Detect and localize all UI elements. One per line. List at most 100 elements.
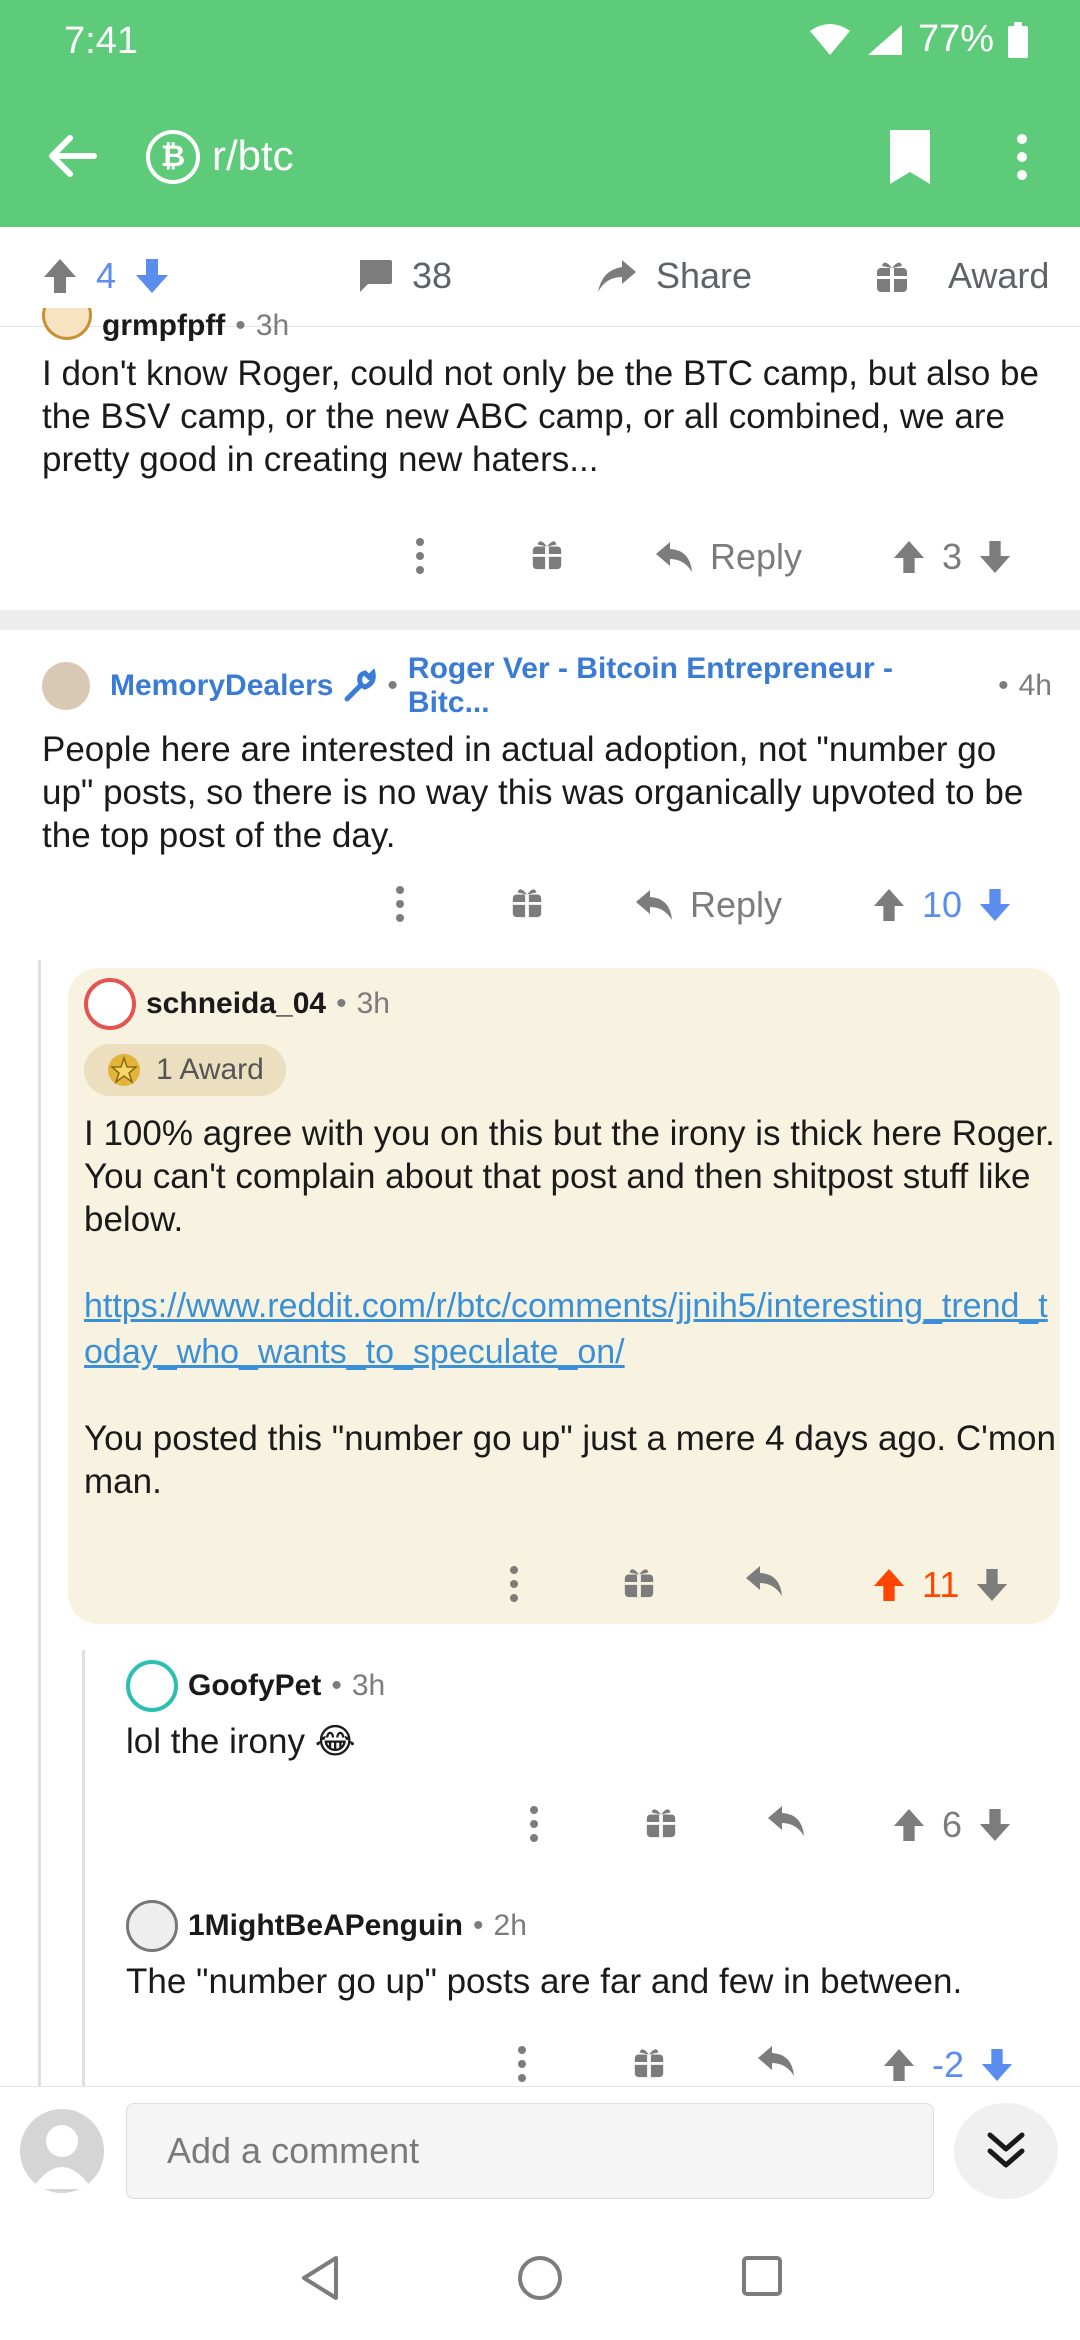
upvote-icon[interactable] — [892, 539, 926, 575]
comment-vote: -2 — [882, 2044, 1014, 2086]
comment-username[interactable]: schneida_04 — [146, 987, 326, 1021]
share-label: Share — [656, 255, 753, 296]
jump-down-button[interactable] — [954, 2103, 1058, 2199]
avatar[interactable] — [84, 978, 136, 1030]
give-award[interactable] — [530, 536, 564, 572]
jump-down-icon — [987, 2132, 1025, 2168]
comment: MemoryDealers • Roger Ver - Bitcoin Entr… — [42, 652, 1052, 857]
downvote-icon[interactable] — [978, 539, 1012, 575]
user-avatar[interactable] — [20, 2109, 104, 2193]
comment-vote: 6 — [892, 1804, 1012, 1846]
wifi-icon — [809, 23, 850, 55]
comment-count: 38 — [412, 255, 453, 296]
downvote-icon[interactable] — [980, 2047, 1014, 2083]
give-award[interactable] — [622, 1564, 656, 1600]
more-icon[interactable] — [1006, 128, 1038, 186]
nav-back-icon[interactable] — [298, 2254, 342, 2302]
battery-icon — [1008, 21, 1028, 58]
more-icon — [510, 1566, 518, 1602]
comment-body: I 100% agree with you on this but the ir… — [84, 1114, 1055, 1239]
comment-header: schneida_04 • 3h — [84, 978, 1056, 1030]
back-arrow-icon[interactable] — [44, 128, 100, 184]
more-options[interactable] — [394, 884, 406, 924]
comment-username[interactable]: MemoryDealers — [110, 669, 333, 703]
comment-age: 4h — [1018, 669, 1052, 702]
comment-body: People here are interested in actual ado… — [42, 730, 1024, 855]
more-options[interactable] — [508, 1564, 520, 1604]
comment-actions: 6 — [0, 1804, 1080, 1848]
thread-line — [82, 1650, 85, 2086]
nav-recents-icon[interactable] — [740, 2254, 784, 2298]
more-icon — [416, 538, 424, 574]
downvote-icon[interactable] — [134, 257, 170, 295]
more-options[interactable] — [528, 1804, 540, 1844]
reply-button[interactable]: Reply — [654, 536, 802, 578]
upvote-icon[interactable] — [892, 1807, 926, 1843]
upvote-icon[interactable] — [872, 887, 906, 923]
comment-score: 6 — [942, 1804, 963, 1845]
gift-icon — [646, 1809, 676, 1838]
user-flair: Roger Ver - Bitcoin Entrepreneur - Bitc.… — [407, 652, 894, 719]
nav-home-icon[interactable] — [516, 2254, 564, 2302]
more-options[interactable] — [516, 2044, 528, 2084]
reply-button[interactable]: Reply — [634, 884, 782, 926]
comment-score: 3 — [942, 536, 963, 577]
post-score: 4 — [96, 255, 117, 296]
thread-divider — [0, 610, 1080, 630]
reply-label: Reply — [710, 536, 803, 577]
subreddit-name[interactable]: r/btc — [212, 132, 294, 180]
comment-username[interactable]: 1MightBeAPenguin — [188, 1909, 463, 1943]
reply-icon — [758, 2046, 794, 2076]
comment-actions: 11 — [0, 1564, 1080, 1608]
more-icon — [530, 1806, 538, 1842]
award-button[interactable]: Award — [874, 255, 1049, 297]
comment-header: MemoryDealers • Roger Ver - Bitcoin Entr… — [42, 652, 1052, 720]
wrench-icon — [344, 669, 377, 702]
award-label: Award — [948, 255, 1050, 296]
comment-composer: Add a comment — [0, 2086, 1080, 2214]
give-award[interactable] — [644, 1804, 678, 1840]
upvote-icon[interactable] — [872, 1567, 906, 1603]
system-nav-bar — [0, 2214, 1080, 2340]
gift-icon — [532, 541, 562, 570]
comment-icon — [360, 260, 392, 292]
comment: schneida_04 • 3h 1 Award I 100% agree wi… — [84, 978, 1056, 1503]
downvote-icon[interactable] — [975, 1567, 1009, 1603]
comment: grmpfpff • 3h I don't know Roger, could … — [42, 308, 1042, 481]
upvote-icon[interactable] — [882, 2047, 916, 2083]
comment-username[interactable]: grmpfpff — [102, 309, 225, 343]
comment-score: 10 — [922, 884, 963, 925]
comment-username[interactable]: GoofyPet — [188, 1669, 321, 1703]
thread-line — [38, 960, 41, 2086]
reply-button[interactable] — [756, 2044, 796, 2078]
bookmark-icon[interactable] — [886, 128, 934, 186]
comment-body: I don't know Roger, could not only be th… — [42, 354, 1039, 479]
separator-dot: • — [331, 1669, 342, 1702]
comment-actions: -2 — [0, 2044, 1080, 2086]
share-button[interactable]: Share — [596, 255, 752, 297]
comment-link[interactable]: https://www.reddit.com/r/btc/comments/jj… — [84, 1283, 1056, 1375]
comment-header: 1MightBeAPenguin • 2h — [126, 1900, 1056, 1952]
add-comment-input[interactable]: Add a comment — [126, 2103, 934, 2199]
reply-icon — [656, 542, 692, 572]
separator-dot: • — [336, 987, 347, 1020]
give-award[interactable] — [510, 884, 544, 920]
reply-button[interactable] — [744, 1564, 784, 1598]
avatar[interactable] — [42, 662, 90, 710]
more-options[interactable] — [414, 536, 426, 576]
reply-button[interactable] — [766, 1804, 806, 1838]
award-badge[interactable]: 1 Award — [84, 1044, 286, 1096]
comment-vote: 11 — [872, 1564, 1009, 1606]
comment-body: You posted this "number go up" just a me… — [84, 1419, 1056, 1501]
subreddit-logo[interactable]: ₿ — [146, 130, 200, 184]
downvote-icon[interactable] — [978, 887, 1012, 923]
avatar[interactable] — [126, 1660, 178, 1712]
more-icon — [518, 2046, 526, 2082]
avatar[interactable] — [126, 1900, 178, 1952]
comment-body: The "number go up" posts are far and few… — [126, 1962, 963, 2001]
comments-button[interactable]: 38 — [356, 255, 452, 297]
give-award[interactable] — [632, 2044, 666, 2080]
avatar[interactable] — [42, 308, 92, 340]
downvote-icon[interactable] — [978, 1807, 1012, 1843]
upvote-icon[interactable] — [42, 257, 78, 295]
